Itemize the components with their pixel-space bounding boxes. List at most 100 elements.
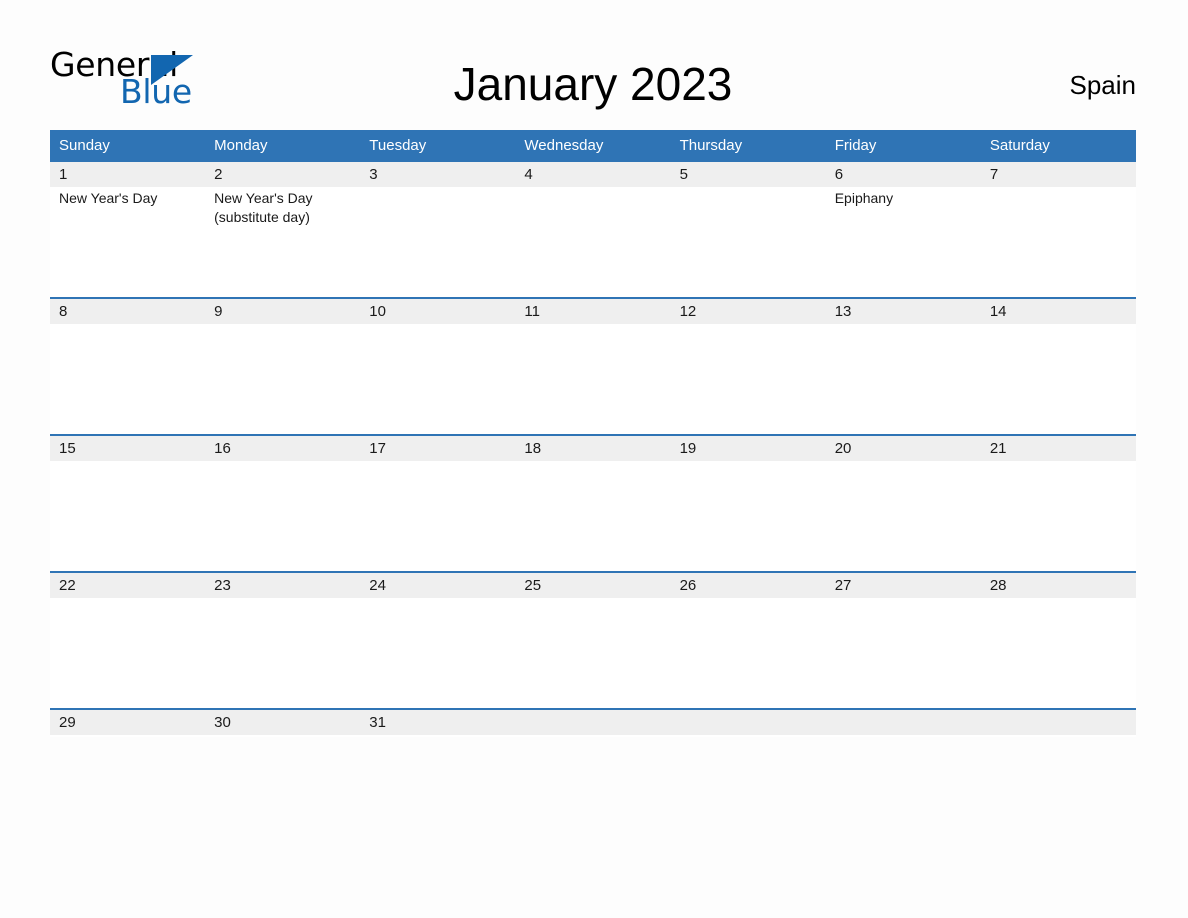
calendar-week-row: 29 30 31 <box>50 708 1136 737</box>
day-events <box>205 324 360 326</box>
weekday-header-saturday: Saturday <box>989 137 1050 154</box>
day-events <box>515 461 670 463</box>
weekday-header-thursday: Thursday <box>679 137 743 154</box>
day-number <box>825 710 981 735</box>
calendar-day-cell[interactable]: 28 <box>980 573 1136 708</box>
calendar-day-cell[interactable]: 17 <box>360 436 516 571</box>
calendar-day-cell[interactable]: 18 <box>515 436 671 571</box>
calendar-day-cell[interactable]: 8 <box>50 299 206 434</box>
day-number: 13 <box>825 299 981 324</box>
calendar-day-cell[interactable]: 29 <box>50 710 206 737</box>
calendar-week-row: 1 New Year's Day 2 New Year's Day (substitu… <box>50 162 1136 297</box>
calendar-day-cell[interactable]: 16 <box>205 436 361 571</box>
day-number: 23 <box>205 573 361 598</box>
day-number: 30 <box>205 710 361 735</box>
day-number: 7 <box>980 162 1136 187</box>
day-events <box>981 598 1136 600</box>
calendar-day-cell[interactable]: 10 <box>360 299 516 434</box>
holiday-event: Epiphany <box>834 190 894 206</box>
calendar-day-cell-empty <box>670 710 826 737</box>
country-label: Spain <box>1069 70 1137 100</box>
holiday-event: New Year's Day (substitute day) <box>214 190 313 225</box>
day-events <box>981 324 1136 326</box>
day-number: 26 <box>670 573 826 598</box>
day-events <box>826 735 981 737</box>
day-events <box>515 187 670 189</box>
day-number <box>515 710 671 735</box>
calendar-day-cell[interactable]: 9 <box>205 299 361 434</box>
calendar-day-cell[interactable]: 2 New Year's Day (substitute day) <box>205 162 361 297</box>
day-events <box>50 324 205 326</box>
day-events: New Year's Day (substitute day) <box>205 187 360 227</box>
day-events <box>360 324 515 326</box>
weekday-header-wednesday: Wednesday <box>524 137 604 154</box>
day-events <box>671 461 826 463</box>
day-number: 3 <box>360 162 516 187</box>
day-events <box>205 735 360 737</box>
day-number: 5 <box>670 162 826 187</box>
day-number: 11 <box>515 299 671 324</box>
page-header: General Blue January 2023 Spain <box>50 40 1136 128</box>
day-events <box>360 598 515 600</box>
calendar-day-cell-empty <box>515 710 671 737</box>
calendar-grid: Sunday Monday Tuesday Wednesday Thursday… <box>50 130 1136 737</box>
calendar-day-cell[interactable]: 7 <box>980 162 1136 297</box>
day-events <box>515 735 670 737</box>
day-events <box>360 461 515 463</box>
calendar-day-cell[interactable]: 6 Epiphany <box>825 162 981 297</box>
calendar-day-cell[interactable]: 12 <box>670 299 826 434</box>
day-number: 16 <box>205 436 361 461</box>
day-events <box>50 461 205 463</box>
calendar-week-row: 22 23 24 25 26 27 28 <box>50 571 1136 708</box>
day-number: 17 <box>360 436 516 461</box>
day-events <box>671 324 826 326</box>
day-events <box>826 324 981 326</box>
bottom-divider <box>50 757 1136 758</box>
day-number: 1 <box>50 162 206 187</box>
holiday-event: New Year's Day <box>59 190 158 206</box>
calendar-day-cell[interactable]: 31 <box>360 710 516 737</box>
calendar-day-cell[interactable]: 22 <box>50 573 206 708</box>
weekday-header-row: Sunday Monday Tuesday Wednesday Thursday… <box>50 130 1136 162</box>
day-number: 10 <box>360 299 516 324</box>
day-number: 28 <box>980 573 1136 598</box>
calendar-day-cell[interactable]: 26 <box>670 573 826 708</box>
calendar-day-cell[interactable]: 14 <box>980 299 1136 434</box>
weekday-header-sunday: Sunday <box>59 137 110 154</box>
calendar-weeks: 1 New Year's Day 2 New Year's Day (substitu… <box>50 162 1136 737</box>
calendar-day-cell[interactable]: 27 <box>825 573 981 708</box>
calendar-day-cell[interactable]: 1 New Year's Day <box>50 162 206 297</box>
day-events <box>981 461 1136 463</box>
calendar-day-cell[interactable]: 15 <box>50 436 206 571</box>
calendar-week-row: 15 16 17 18 19 20 21 <box>50 434 1136 571</box>
calendar-day-cell-empty <box>825 710 981 737</box>
calendar-day-cell[interactable]: 3 <box>360 162 516 297</box>
day-events <box>671 187 826 189</box>
calendar-day-cell[interactable]: 20 <box>825 436 981 571</box>
day-number <box>980 710 1136 735</box>
calendar-day-cell[interactable]: 30 <box>205 710 361 737</box>
calendar-day-cell-empty <box>980 710 1136 737</box>
day-events <box>50 598 205 600</box>
calendar-day-cell[interactable]: 11 <box>515 299 671 434</box>
day-events <box>981 735 1136 737</box>
calendar-day-cell[interactable]: 23 <box>205 573 361 708</box>
calendar-day-cell[interactable]: 13 <box>825 299 981 434</box>
day-events <box>205 461 360 463</box>
day-events <box>50 735 205 737</box>
day-number: 8 <box>50 299 206 324</box>
calendar-day-cell[interactable]: 19 <box>670 436 826 571</box>
day-number: 24 <box>360 573 516 598</box>
page-title: January 2023 <box>453 58 733 110</box>
day-number: 4 <box>515 162 671 187</box>
weekday-header-tuesday: Tuesday <box>369 137 427 154</box>
day-events <box>826 598 981 600</box>
day-events <box>671 598 826 600</box>
calendar-day-cell[interactable]: 24 <box>360 573 516 708</box>
day-number: 29 <box>50 710 206 735</box>
calendar-day-cell[interactable]: 4 <box>515 162 671 297</box>
calendar-day-cell[interactable]: 5 <box>670 162 826 297</box>
calendar-day-cell[interactable]: 25 <box>515 573 671 708</box>
calendar-day-cell[interactable]: 21 <box>980 436 1136 571</box>
day-number: 21 <box>980 436 1136 461</box>
